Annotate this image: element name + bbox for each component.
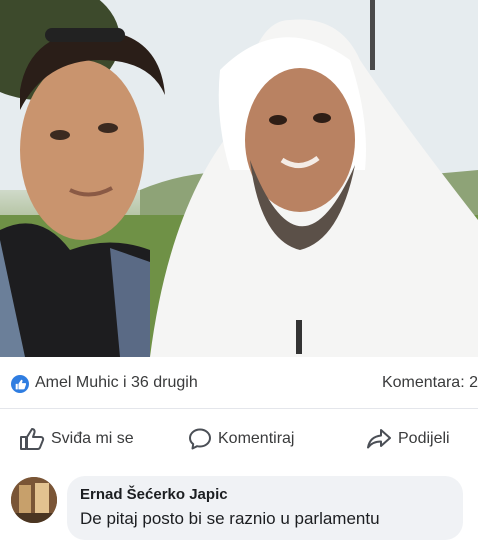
comment-button[interactable]: Komentiraj [188,427,294,451]
share-button-label: Podijeli [398,430,450,447]
share-button[interactable]: Podijeli [366,427,450,451]
like-icon [11,375,29,393]
post-photo[interactable] [0,0,478,357]
comment-section: Ernad Šećerko Japic De pitaj posto bi se… [0,467,478,554]
avatar-image [11,477,57,523]
avatar[interactable] [11,477,57,523]
comment-text: De pitaj posto bi se raznio u parlamentu [80,509,380,528]
thumbs-up-icon [20,428,45,450]
comment-bubble: Ernad Šećerko Japic De pitaj posto bi se… [67,476,463,540]
reactors-text[interactable]: Amel Muhic i 36 drugih [35,374,198,392]
comments-count[interactable]: Komentara: 2 [382,374,478,392]
comment-icon [189,428,211,450]
comment-author[interactable]: Ernad Šećerko Japic [80,486,228,503]
reactions-bar: Amel Muhic i 36 drugih Komentara: 2 [0,358,478,408]
photo-scene [0,0,478,357]
action-bar: Sviđa mi se Komentiraj Podijeli [0,408,478,468]
share-icon [367,429,391,449]
like-button[interactable]: Sviđa mi se [19,427,134,451]
comment-button-label: Komentiraj [218,430,295,447]
like-button-label: Sviđa mi se [51,430,134,447]
